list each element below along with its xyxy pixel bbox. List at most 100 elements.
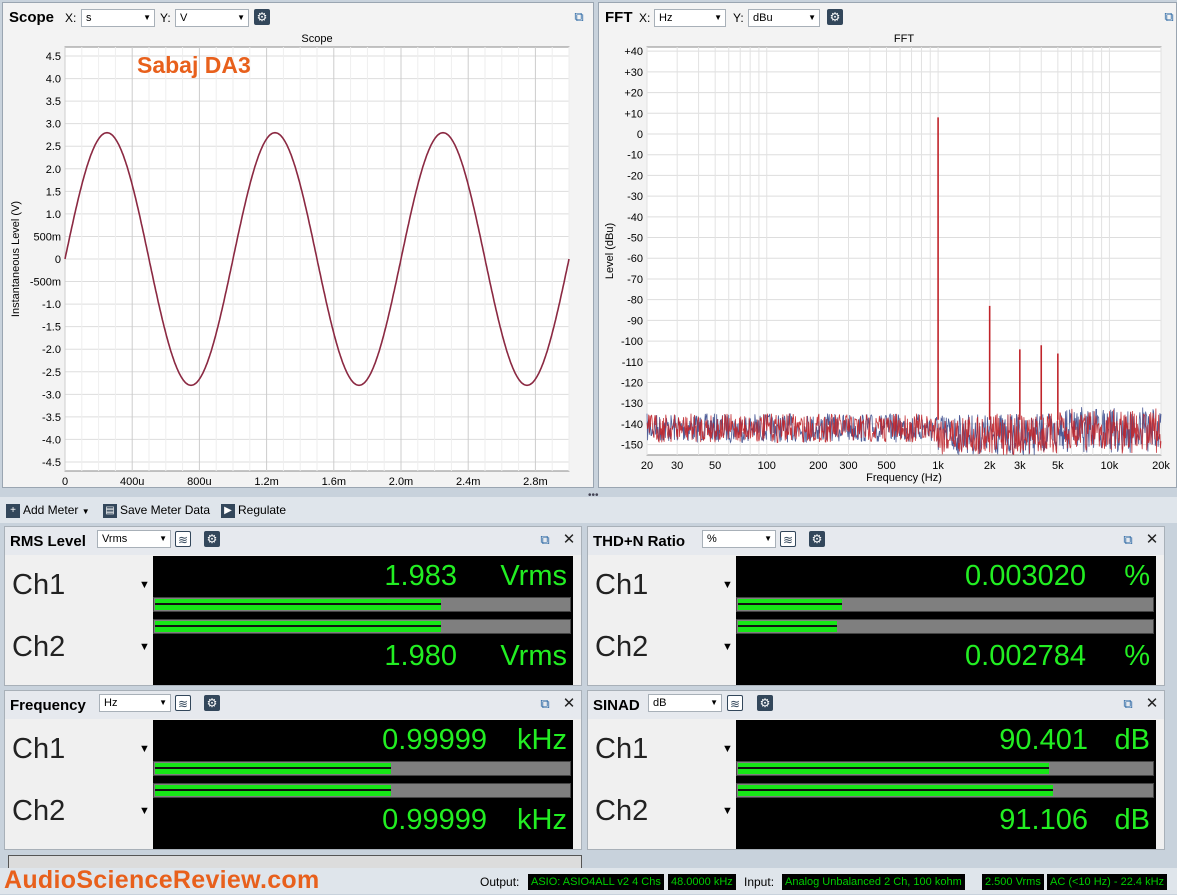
y-tick-label: -2.5 — [42, 367, 61, 379]
plus-icon: + — [6, 503, 20, 518]
fft-chart: FFT +40 +30 +20 +10 0 -10 -20 -30 -40 -50 -60 -70 -80… — [604, 33, 1170, 484]
scope-settings-gear-icon[interactable]: ⚙ — [254, 9, 270, 25]
graph-icon[interactable]: ≋ — [780, 531, 796, 547]
scope-y-label: Y: — [160, 11, 171, 25]
scope-x-unit-value: s — [86, 12, 92, 24]
ch1-value: 1.983 — [384, 560, 457, 592]
ch2-row: Ch2 ▼ — [5, 783, 153, 843]
y-tick-label: -20 — [627, 170, 643, 182]
save-icon: ▤ — [103, 503, 117, 518]
graph-icon[interactable]: ≋ — [175, 531, 191, 547]
y-tick-label: -60 — [627, 253, 643, 265]
x-tick-label: 1.6m — [322, 476, 346, 487]
popout-icon[interactable]: ⧉ — [538, 533, 552, 547]
chevron-down-icon: ▼ — [159, 534, 167, 543]
fft-x-unit-select[interactable]: Hz ▼ — [654, 9, 726, 27]
ch2-level-bar — [153, 783, 571, 798]
rms-unit-select[interactable]: Vrms ▼ — [97, 530, 171, 548]
graph-icon[interactable]: ≋ — [727, 695, 743, 711]
y-tick-label: 0 — [55, 254, 61, 266]
scope-popout-icon[interactable]: ⧉ — [572, 10, 586, 24]
fft-y-label: Y: — [733, 11, 744, 25]
input-range-chip[interactable]: 2.500 Vrms — [982, 874, 1044, 890]
meter-title: Frequency — [10, 697, 86, 714]
y-axis-label: Instantaneous Level (V) — [10, 201, 22, 317]
x-tick-label: 500 — [877, 460, 895, 472]
scope-x-label: X: — [65, 11, 77, 25]
ch1-dropdown-icon[interactable]: ▼ — [722, 579, 733, 591]
ch1-level-bar — [736, 597, 1154, 612]
y-tick-label: -50 — [627, 233, 643, 245]
meter-rms-level: RMS Level Vrms ▼ ≋ ⚙ ⧉ ✕ Ch1 ▼ Ch2 ▼ 1.983 … — [4, 526, 582, 686]
close-icon[interactable]: ✕ — [562, 696, 576, 711]
settings-gear-icon[interactable]: ⚙ — [809, 531, 825, 547]
regulate-label: Regulate — [238, 503, 287, 517]
output-rate-chip[interactable]: 48.0000 kHz — [668, 874, 736, 890]
fft-popout-icon[interactable]: ⧉ — [1162, 10, 1176, 24]
ch1-value: 90.401 — [999, 724, 1088, 756]
sinad-unit-select[interactable]: dB ▼ — [648, 694, 722, 712]
ch2-dropdown-icon[interactable]: ▼ — [722, 805, 733, 817]
regulate-button[interactable]: ▶ Regulate — [221, 501, 286, 519]
ch1-label: Ch1 — [12, 569, 66, 601]
scope-x-unit-select[interactable]: s ▼ — [81, 9, 155, 27]
settings-gear-icon[interactable]: ⚙ — [204, 695, 220, 711]
output-device-chip[interactable]: ASIO: ASIO4ALL v2 4 Chs — [528, 874, 664, 890]
x-tick-label: 2k — [984, 460, 996, 472]
ch1-unit: Vrms — [500, 560, 567, 592]
y-tick-label: +10 — [624, 108, 643, 120]
fft-settings-gear-icon[interactable]: ⚙ — [827, 9, 843, 25]
fft-y-unit-value: dBu — [753, 12, 773, 24]
y-tick-label: -4.5 — [42, 457, 61, 469]
freq-unit-select[interactable]: Hz ▼ — [99, 694, 171, 712]
chevron-down-icon: ▼ — [714, 13, 722, 22]
popout-icon[interactable]: ⧉ — [1121, 697, 1135, 711]
popout-icon[interactable]: ⧉ — [1121, 533, 1135, 547]
popout-icon[interactable]: ⧉ — [538, 697, 552, 711]
y-tick-label: +30 — [624, 67, 643, 79]
input-device-chip[interactable]: Analog Unbalanced 2 Ch, 100 kohm — [782, 874, 965, 890]
thd-unit-select[interactable]: % ▼ — [702, 530, 776, 548]
fft-y-unit-select[interactable]: dBu ▼ — [748, 9, 820, 27]
meter-header: RMS Level Vrms ▼ ≋ ⚙ ⧉ ✕ — [5, 527, 581, 555]
ch1-dropdown-icon[interactable]: ▼ — [722, 743, 733, 755]
add-meter-button[interactable]: + Add Meter ▼ — [6, 501, 90, 519]
y-tick-label: -110 — [622, 357, 643, 369]
save-meter-data-button[interactable]: ▤ Save Meter Data — [103, 501, 210, 519]
level-bar-marker — [155, 603, 441, 605]
y-tick-label: 1.0 — [46, 209, 61, 221]
close-icon[interactable]: ✕ — [562, 532, 576, 547]
close-icon[interactable]: ✕ — [1145, 532, 1159, 547]
x-tick-label: 800u — [187, 476, 211, 487]
chevron-down-icon: ▼ — [808, 13, 816, 22]
chevron-down-icon: ▼ — [710, 698, 718, 707]
graph-icon[interactable]: ≋ — [175, 695, 191, 711]
meter-header: THD+N Ratio % ▼ ≋ ⚙ ⧉ ✕ — [588, 527, 1164, 555]
meter-header: Frequency Hz ▼ ≋ ⚙ ⧉ ✕ — [5, 691, 581, 719]
ch2-dropdown-icon[interactable]: ▼ — [139, 641, 150, 653]
ch2-unit: % — [1124, 640, 1150, 672]
settings-gear-icon[interactable]: ⚙ — [204, 531, 220, 547]
watermark: AudioScienceReview.com — [4, 866, 320, 894]
y-tick-label: -1.5 — [42, 322, 61, 334]
level-bar-marker — [738, 767, 1049, 769]
ch1-dropdown-icon[interactable]: ▼ — [139, 743, 150, 755]
ch2-row: Ch2 ▼ — [5, 619, 153, 679]
close-icon[interactable]: ✕ — [1145, 696, 1159, 711]
input-coupling-chip[interactable]: AC (<10 Hz) - 22.4 kHz — [1047, 874, 1168, 890]
settings-gear-icon[interactable]: ⚙ — [757, 695, 773, 711]
ch2-label: Ch2 — [595, 795, 649, 827]
y-tick-label: -120 — [621, 378, 643, 390]
y-tick-label: -500m — [30, 277, 61, 289]
ch1-dropdown-icon[interactable]: ▼ — [139, 579, 150, 591]
meter-title: RMS Level — [10, 533, 86, 550]
level-bar-marker — [155, 625, 441, 627]
level-bar-marker — [738, 625, 838, 627]
y-tick-label: -100 — [621, 336, 643, 348]
ch2-dropdown-icon[interactable]: ▼ — [722, 641, 733, 653]
x-tick-label: 2.8m — [523, 476, 547, 487]
level-bar-marker — [155, 789, 391, 791]
ch1-value: 0.003020 — [965, 560, 1086, 592]
ch2-dropdown-icon[interactable]: ▼ — [139, 805, 150, 817]
scope-y-unit-select[interactable]: V ▼ — [175, 9, 249, 27]
